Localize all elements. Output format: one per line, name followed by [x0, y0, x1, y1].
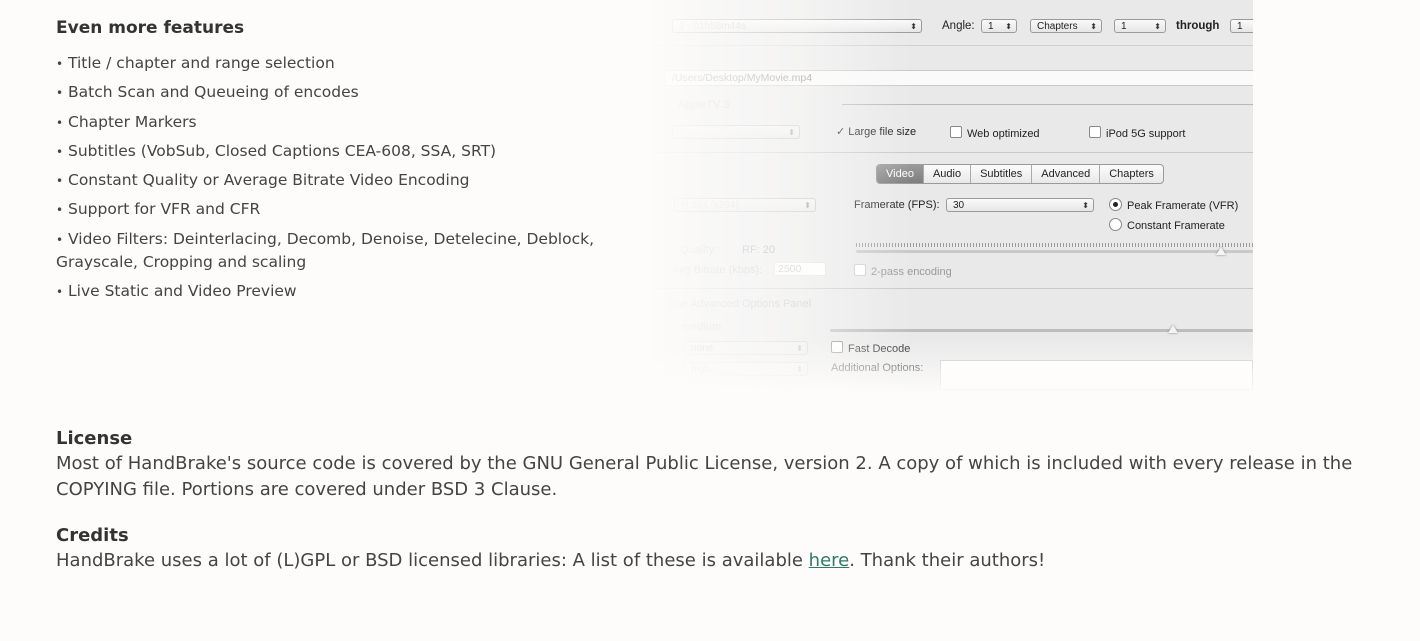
list-item: • Title / chapter and range selection	[56, 52, 666, 76]
constant-framerate-radio: Constant Framerate	[1109, 218, 1225, 232]
bullet-icon: •	[56, 203, 64, 218]
quality-label: Quality:	[680, 244, 718, 256]
libraries-link[interactable]: here	[809, 550, 850, 571]
range-type-select: Chapters ⬍	[1030, 19, 1102, 33]
handbrake-screenshot: 1 - 01h58m44s ⬍ Angle: 1 ⬍ Chapters ⬍ 1 ⬍ th…	[652, 0, 1253, 400]
video-codec-select: H.264 (x264) ⬍	[674, 198, 816, 212]
additional-options-field	[940, 360, 1253, 390]
list-item: • Live Static and Video Preview	[56, 280, 666, 304]
license-section: License Most of HandBrake's source code …	[56, 428, 1356, 503]
settings-tabs: Video Audio Subtitles Advanced Chapters	[876, 164, 1164, 184]
x264-preset-value: medium	[682, 321, 722, 333]
advanced-panel-checkbox: Use Advanced Options Panel	[668, 298, 812, 310]
list-item: • Video Filters: Deinterlacing, Decomb, D…	[56, 229, 595, 272]
range-start-select: 1 ⬍	[1114, 19, 1166, 33]
title-select: 1 - 01h58m44s ⬍	[672, 19, 922, 33]
framerate-label: Framerate (FPS):	[854, 199, 940, 211]
list-item: • Subtitles (VobSub, Closed Captions CEA-…	[56, 140, 666, 164]
angle-select: 1 ⬍	[981, 19, 1017, 33]
bullet-icon: •	[56, 86, 64, 101]
framerate-select: 30 ⬍	[946, 198, 1094, 212]
features-title: Even more features	[56, 18, 245, 38]
credits-title: Credits	[56, 525, 129, 546]
large-file-checkbox: ✓ Large file size	[836, 126, 917, 138]
bitrate-label: Avg Bitrate (kbps):	[672, 264, 763, 276]
list-item: • Constant Quality or Average Bitrate Vid…	[56, 169, 666, 193]
list-item: • Chapter Markers	[56, 111, 666, 135]
bullet-icon: •	[56, 115, 64, 130]
features-section: Even more features • Title / chapter and …	[56, 18, 666, 309]
format-select: ⬍	[672, 125, 800, 139]
bullet-icon: •	[56, 284, 64, 299]
list-item: • Batch Scan and Queueing of encodes	[56, 81, 666, 105]
tune-select: none ⬍	[684, 341, 808, 355]
bitrate-value: 2500	[778, 263, 802, 275]
rf-label: RF: 20	[742, 244, 776, 256]
two-pass-checkbox: 2-pass encoding	[854, 264, 952, 278]
tab-chapters: Chapters	[1109, 168, 1154, 180]
tab-video: Video	[877, 165, 924, 183]
destination-path: /Users/Desktop/MyMovie.mp4	[672, 72, 813, 84]
profile-select: high ⬍	[684, 362, 808, 376]
fast-decode-checkbox: Fast Decode	[831, 341, 910, 355]
list-item: • Support for VFR and CFR	[56, 198, 666, 222]
bullet-icon: •	[56, 232, 64, 247]
preset-label: AppleTV 3	[678, 99, 730, 111]
license-title: License	[56, 428, 133, 449]
tab-audio: Audio	[924, 165, 972, 183]
through-label: through	[1176, 20, 1220, 32]
tab-advanced: Advanced	[1032, 165, 1101, 183]
license-text: Most of HandBrake's source code is cover…	[56, 453, 1353, 500]
bullet-icon: •	[56, 174, 64, 189]
peak-framerate-radio: Peak Framerate (VFR)	[1109, 198, 1238, 212]
credits-text: HandBrake uses a lot of (L)GPL or BSD li…	[56, 550, 1046, 571]
bullet-icon: •	[56, 57, 64, 71]
ipod-support-checkbox: iPod 5G support	[1089, 126, 1186, 140]
range-end-select: 1	[1230, 19, 1253, 33]
web-optimized-checkbox: Web optimized	[950, 126, 1040, 140]
credits-section: Credits HandBrake uses a lot of (L)GPL o…	[56, 525, 1356, 574]
angle-label: Angle:	[942, 20, 975, 32]
tab-subtitles: Subtitles	[971, 165, 1033, 183]
features-list: • Title / chapter and range selection • Ba…	[56, 52, 666, 303]
bullet-icon: •	[56, 144, 64, 159]
additional-options-label: Additional Options:	[831, 362, 924, 374]
